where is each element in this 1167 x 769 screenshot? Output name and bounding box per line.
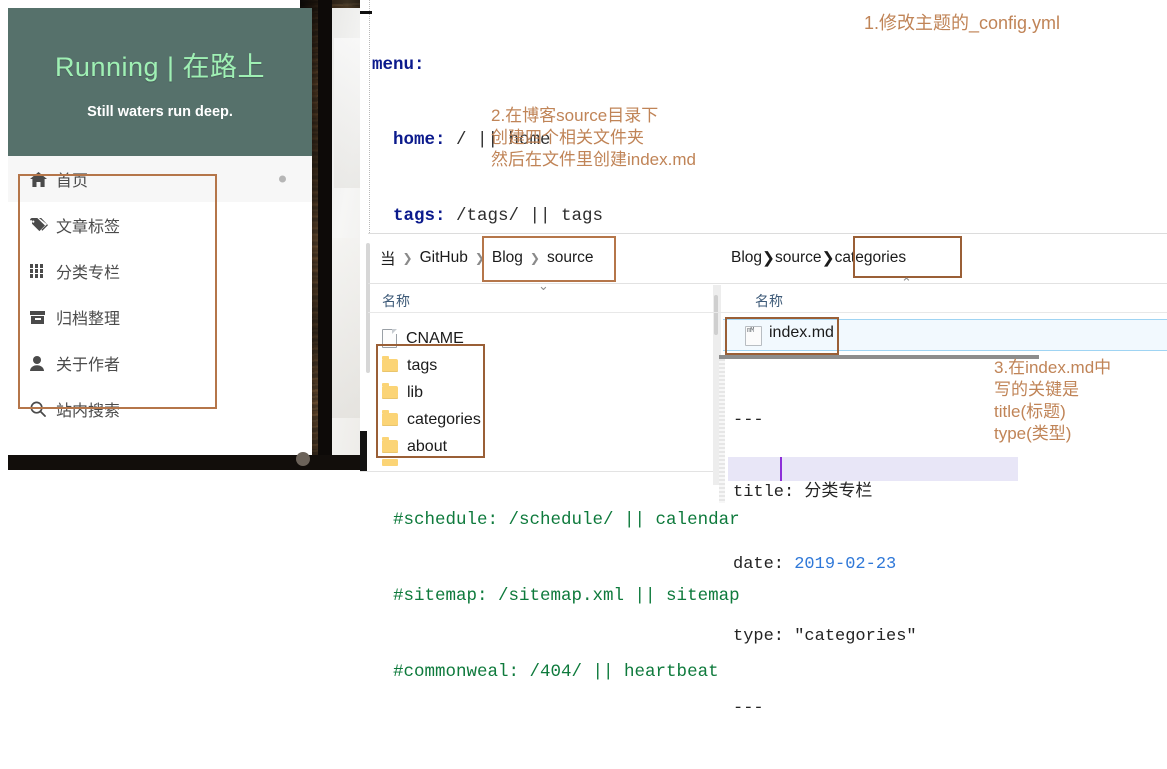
scrollbar-thumb[interactable] [366,243,370,373]
fold-dash-icon [360,11,372,14]
file-explorer-source: 当 ❯ GitHub ❯ Blog ❯ source ⌄ 名称 CNAME ta… [360,233,713,503]
yaml-key: menu: [372,54,425,75]
yaml-comment: #sitemap: /sitemap.xml || sitemap [393,585,740,606]
search-icon [30,401,56,417]
status-badge [279,175,286,183]
md-line: --- [733,699,764,718]
chevron-right-icon: ❯ [821,249,835,267]
code-line: #commonweal: /404/ || heartbeat [372,660,740,685]
editor-gutter [719,359,725,503]
code-line: #schedule: /schedule/ || calendar [372,508,740,533]
sidebar-item-label: 归档整理 [56,311,121,328]
sidebar-item-archives[interactable]: 归档整理 [8,294,312,340]
divider [360,471,713,472]
divider [713,283,1167,284]
sidebar-item-home[interactable]: 首页 [8,156,312,202]
sidebar-item-label: 首页 [56,173,89,190]
sidebar-item-label: 关于作者 [56,357,121,374]
chevron-right-icon: ❯ [762,249,776,267]
blog-title: Running | 在路上 [54,51,266,82]
blog-subtitle: Still waters run deep. [87,103,233,120]
sidebar-item-label: 分类专栏 [56,265,121,282]
breadcrumb-callout-box [482,236,616,282]
sidebar-item-search[interactable]: 站内搜索 [8,386,312,432]
md-line: title: 分类专栏 [733,483,873,502]
sidebar-item-tags[interactable]: 文章标签 [8,202,312,248]
yaml-key: home: [393,130,446,151]
breadcrumb-callout-box [853,236,962,278]
breadcrumb-segment[interactable]: Blog [731,249,762,267]
index-md-callout-box [725,317,839,355]
breadcrumb-segment[interactable]: GitHub [414,249,474,267]
yaml-comment: #schedule: /schedule/ || calendar [393,509,740,530]
sidebar-item-label: 站内搜索 [56,403,121,420]
md-date-value: 2019-02-23 [794,555,897,574]
folders-callout-box [376,344,485,458]
divider [368,233,713,234]
md-date-key: date: [733,555,795,574]
md-line: date: 2019-02-23 [733,553,917,577]
archive-icon [30,310,56,324]
editor-top-rule [719,355,1039,359]
chevron-down-icon[interactable]: ⌄ [538,278,549,294]
sidebar-item-label: 文章标签 [56,219,121,236]
annotation-1: 1.修改主题的_config.yml [864,13,1061,33]
code-line: tags: /tags/ || tags [372,204,740,229]
code-line: #sitemap: /sitemap.xml || sitemap [372,584,740,609]
md-line: type: "categories" [733,627,917,646]
divider [368,283,713,284]
tag-icon [30,217,56,233]
divider [368,312,713,313]
blog-header: Running | 在路上 Still waters run deep. [8,8,312,156]
yaml-key: tags: [393,206,446,227]
breadcrumb-segment[interactable]: source [775,249,822,267]
annotation-3: 3.在index.md中 写的关键是 title(标题) type(类型) [994,358,1112,443]
home-icon [30,171,56,187]
dark-edge-sliver [360,431,367,471]
folder-icon-partial [382,459,398,466]
editor-explorer-composite: menu: home: / || home tags: /tags/ || ta… [360,0,1167,718]
yaml-comment: #commonweal: /404/ || heartbeat [393,661,719,682]
yaml-value: /tags/ || tags [445,206,604,227]
grid-icon [30,264,56,278]
yaml-code-pane: menu: home: / || home tags: /tags/ || ta… [360,0,1167,682]
divider [713,233,1167,234]
blog-card: Running | 在路上 Still waters run deep. 首页 … [0,8,312,463]
scrollbar-thumb[interactable] [714,295,718,335]
corner-dot [296,452,310,466]
blog-sidebar-screenshot: Running | 在路上 Still waters run deep. 首页 … [0,0,360,470]
user-icon [30,355,56,371]
dark-frame-edge [318,0,332,470]
divider [713,312,1167,313]
sidebar-item-about[interactable]: 关于作者 [8,340,312,386]
markdown-lines[interactable]: --- title: 分类专栏 date: 2019-02-23 type: "… [733,361,917,769]
blog-menu: 首页 文章标签 分类专栏 归档整理 关于作者 站内搜索 [8,156,312,432]
column-header-name[interactable]: 名称 [382,291,410,311]
column-header-name[interactable]: 名称 [755,291,783,311]
bottom-white-strip [0,470,360,503]
indent-guide [369,0,370,233]
code-line: menu: [372,53,740,78]
annotation-2: 2.在博客source目录下 创建四个相关文件夹 然后在文件里创建index.m… [491,106,696,169]
sidebar-item-categories[interactable]: 分类专栏 [8,248,312,294]
breadcrumb-segment[interactable]: 当 [374,247,402,269]
md-line: --- [733,411,764,430]
background-window-blur [330,8,360,470]
chevron-right-icon: ❯ [402,251,413,265]
